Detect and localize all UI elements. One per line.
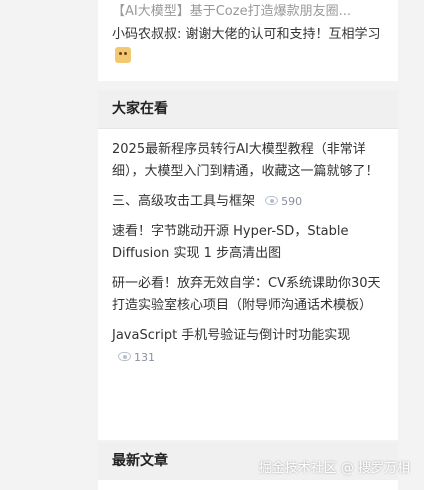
hot-article-title[interactable]: JavaScript 手机号验证与倒计时功能实现 — [112, 328, 350, 343]
comment-reply-text: 小码农叔叔: 谢谢大佬的认可和支持！互相学习 — [112, 27, 381, 42]
hot-article-item[interactable]: 研一必看！放弃无效自学：CV系统课助你30天打造实验室核心项目（附导师沟通话术模… — [112, 273, 384, 317]
hot-articles-list: 2025最新程序员转行AI大模型教程（非常详细），大模型入门到精通，收藏这一篇就… — [98, 129, 398, 369]
hot-article-title[interactable]: 三、高级攻击工具与框架 — [112, 194, 255, 209]
smile-emoji-icon — [115, 47, 131, 63]
hot-article-item[interactable]: 速看！字节跳动开源 Hyper-SD，Stable Diffusion 实现 1… — [112, 221, 384, 265]
hot-article-item[interactable]: 2025最新程序员转行AI大模型教程（非常详细），大模型入门到精通，收藏这一篇就… — [112, 139, 384, 183]
hot-articles-card: 大家在看 2025最新程序员转行AI大模型教程（非常详细），大模型入门到精通，收… — [98, 90, 398, 440]
eye-icon — [118, 352, 131, 361]
comment-reply: 小码农叔叔: 谢谢大佬的认可和支持！互相学习 — [112, 24, 384, 68]
comment-article-title[interactable]: 【AI大模型】基于Coze打造爆款朋友圈... — [112, 2, 384, 22]
hot-article-item[interactable]: 三、高级攻击工具与框架 590 — [112, 191, 384, 213]
hot-article-title[interactable]: 速看！字节跳动开源 Hyper-SD，Stable Diffusion 实现 1… — [112, 224, 349, 261]
comment-card: 【AI大模型】基于Coze打造爆款朋友圈... 小码农叔叔: 谢谢大佬的认可和支… — [98, 0, 398, 81]
view-count-value: 590 — [281, 195, 303, 208]
view-count-value: 131 — [134, 351, 155, 364]
view-count: 131 — [118, 347, 155, 369]
hot-articles-heading: 大家在看 — [98, 90, 398, 129]
hot-article-title[interactable]: 2025最新程序员转行AI大模型教程（非常详细），大模型入门到精通，收藏这一篇就… — [112, 142, 379, 179]
hot-article-item[interactable]: JavaScript 手机号验证与倒计时功能实现 131 — [112, 325, 384, 369]
watermark: 掘金技术社区 @ 搜罗万相 — [258, 461, 410, 476]
hot-article-title[interactable]: 研一必看！放弃无效自学：CV系统课助你30天打造实验室核心项目（附导师沟通话术模… — [112, 276, 381, 313]
eye-icon — [265, 196, 279, 205]
view-count: 590 — [265, 191, 302, 213]
